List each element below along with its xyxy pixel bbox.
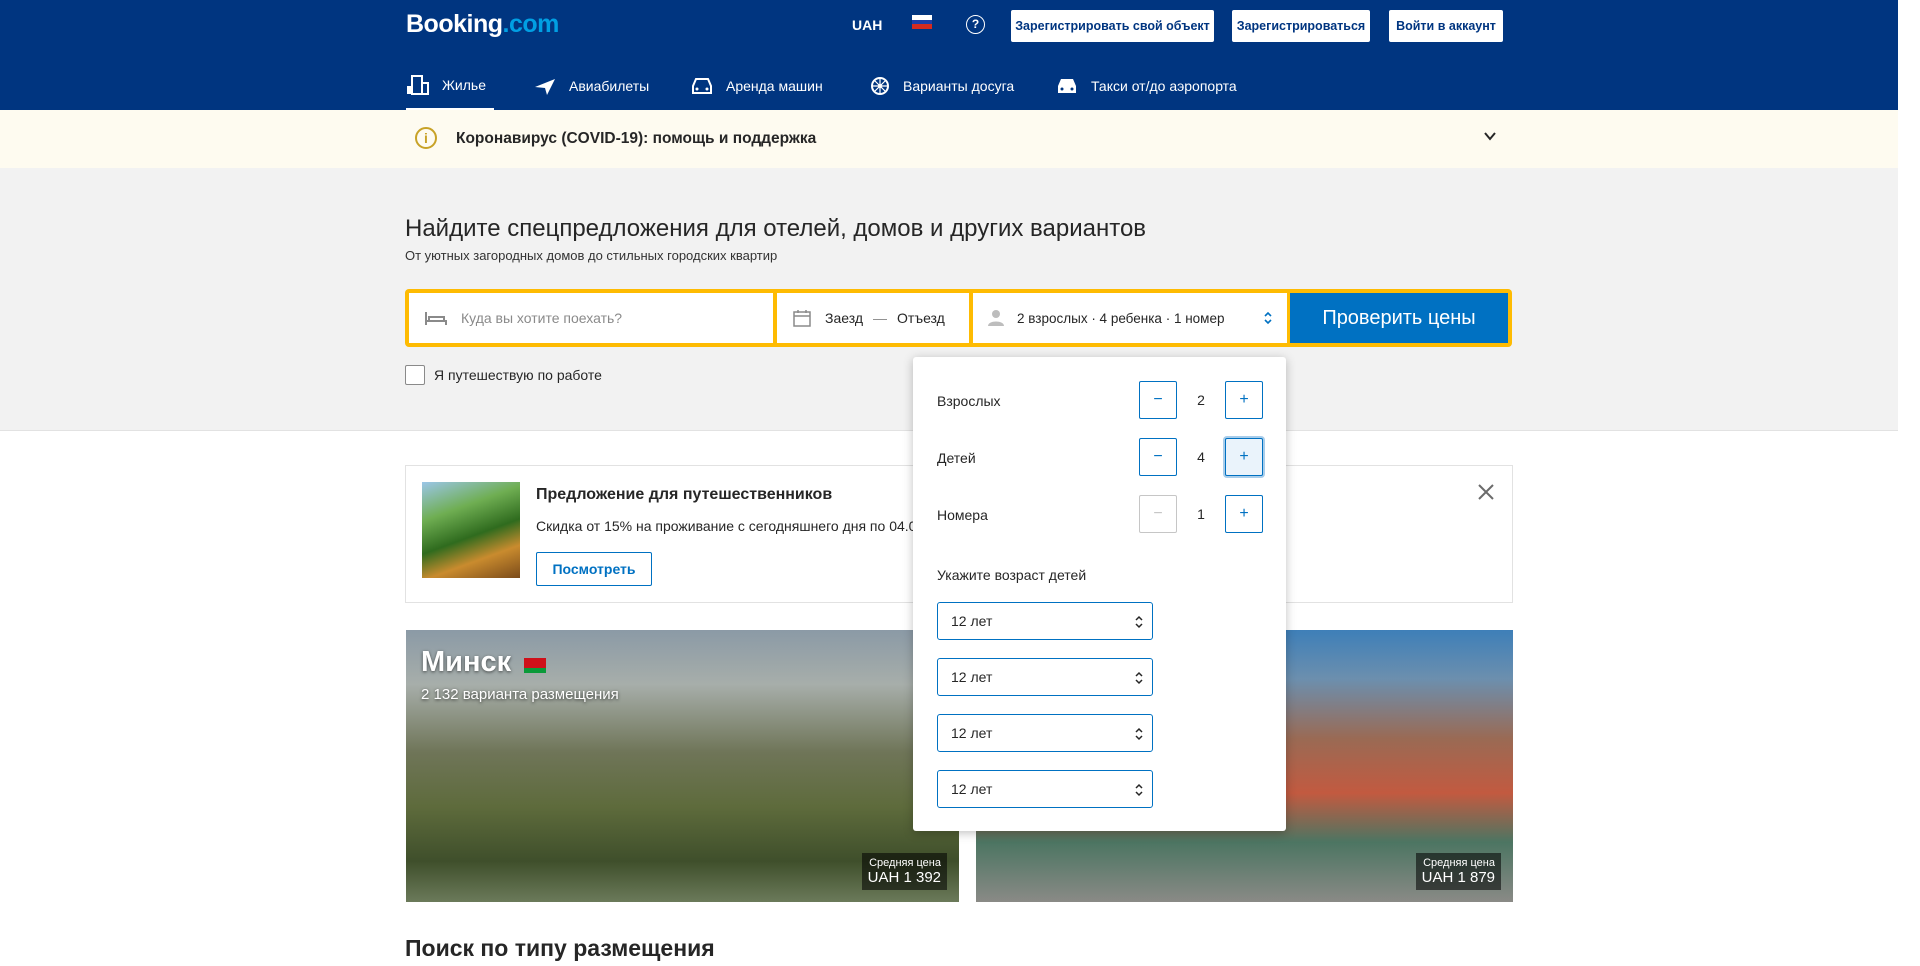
- nav-attractions-label: Варианты досуга: [903, 78, 1015, 94]
- register-button[interactable]: Зарегистрироваться: [1232, 10, 1370, 42]
- close-icon[interactable]: [1476, 482, 1496, 502]
- guests-popup: Взрослых − 2 + Детей − 4 + Номера − 1 + …: [913, 357, 1286, 831]
- nav-cars[interactable]: Аренда машин: [690, 62, 823, 110]
- covid-banner-text: Коронавирус (COVID-19): помощь и поддерж…: [456, 130, 817, 147]
- child-age-select[interactable]: 12 лет: [937, 714, 1153, 752]
- date-separator: —: [873, 310, 888, 326]
- children-value: 4: [1197, 449, 1205, 465]
- updown-chevron-icon: [1135, 783, 1143, 797]
- updown-chevron-icon: [1135, 615, 1143, 629]
- offer-image: [422, 482, 520, 578]
- currency-selector[interactable]: UAH: [852, 17, 882, 33]
- signin-button[interactable]: Войти в аккаунт: [1389, 10, 1503, 42]
- chevron-down-icon[interactable]: [1482, 128, 1498, 144]
- guests-field[interactable]: 2 взрослых · 4 ребенка · 1 номер: [973, 293, 1287, 343]
- destination-name: Минск: [421, 646, 512, 678]
- logo-text: Booking: [406, 10, 503, 38]
- child-age-value: 12 лет: [951, 725, 993, 741]
- booking-logo[interactable]: Booking.com: [406, 10, 559, 40]
- child-age-select[interactable]: 12 лет: [937, 770, 1153, 808]
- children-row: Детей − 4 +: [937, 438, 1263, 478]
- info-icon: i: [415, 127, 437, 149]
- child-age-select[interactable]: 12 лет: [937, 602, 1153, 640]
- child-age-value: 12 лет: [951, 669, 993, 685]
- destination-placeholder: Куда вы хотите поехать?: [461, 310, 623, 326]
- person-icon: [988, 310, 1004, 326]
- rooms-stepper: − 1 +: [1139, 495, 1263, 533]
- destination-field[interactable]: Куда вы хотите поехать?: [409, 293, 773, 343]
- calendar-icon: [793, 310, 811, 327]
- updown-chevron-icon: [1135, 727, 1143, 741]
- updown-chevron-icon: [1264, 311, 1272, 325]
- price-value: UAH 1 879: [1421, 869, 1495, 886]
- price-label: Средняя цена: [1423, 857, 1495, 869]
- destination-count: 2 132 варианта размещения: [421, 686, 619, 703]
- bed-field-icon: [425, 312, 447, 325]
- taxi-icon: [1058, 79, 1076, 93]
- rooms-plus-button[interactable]: +: [1225, 495, 1263, 533]
- children-minus-button[interactable]: −: [1139, 438, 1177, 476]
- list-property-button[interactable]: Зарегистрировать свой объект: [1011, 10, 1214, 42]
- search-bar: Куда вы хотите поехать? Заезд — Отъезд 2…: [405, 289, 1512, 347]
- checkout-label: Отъезд: [897, 310, 945, 326]
- property-type-title: Поиск по типу размещения: [405, 935, 715, 961]
- bed-icon: [407, 75, 429, 95]
- rooms-value: 1: [1197, 506, 1205, 522]
- page-gutter: [1898, 0, 1920, 966]
- nav-attractions[interactable]: Варианты досуга: [869, 62, 1014, 110]
- adults-minus-button[interactable]: −: [1139, 381, 1177, 419]
- nav-stays[interactable]: Жилье: [406, 62, 494, 110]
- nav-taxi-label: Такси от/до аэропорта: [1091, 78, 1237, 94]
- header: Booking.com UAH ? Зарегистрировать свой …: [0, 0, 1898, 110]
- dates-field[interactable]: Заезд — Отъезд: [777, 293, 969, 343]
- plane-icon: [535, 79, 555, 95]
- price-value: UAH 1 392: [867, 869, 941, 886]
- rooms-minus-button[interactable]: −: [1139, 495, 1177, 533]
- offer-view-button[interactable]: Посмотреть: [536, 552, 652, 586]
- hero-title: Найдите спецпредложения для отелей, домо…: [405, 215, 1147, 242]
- checkin-label: Заезд: [825, 310, 864, 326]
- child-age-select[interactable]: 12 лет: [937, 658, 1153, 696]
- nav-cars-label: Аренда машин: [726, 78, 823, 94]
- belarus-flag-icon: [524, 658, 546, 673]
- page: Booking.com UAH ? Зарегистрировать свой …: [0, 0, 1920, 966]
- covid-banner[interactable]: i Коронавирус (COVID-19): помощь и подде…: [0, 110, 1898, 168]
- child-age-value: 12 лет: [951, 781, 993, 797]
- attractions-icon: [871, 77, 889, 95]
- nav-flights-label: Авиабилеты: [569, 78, 650, 94]
- nav-taxi[interactable]: Такси от/до аэропорта: [1055, 62, 1237, 110]
- work-trip-label: Я путешествую по работе: [434, 367, 602, 383]
- adults-row: Взрослых − 2 +: [937, 381, 1263, 421]
- check-prices-button[interactable]: Проверить цены: [1290, 293, 1508, 343]
- destination-card-minsk[interactable]: Минск 2 132 варианта размещения Средняя …: [406, 630, 959, 902]
- offer-description: Скидка от 15% на проживание с сегодняшне…: [536, 518, 916, 534]
- product-nav: Жилье Авиабилеты Аренда машин Варианты д…: [0, 62, 1898, 110]
- logo-domain: .com: [502, 10, 560, 38]
- nav-stays-label: Жилье: [442, 77, 486, 93]
- checkbox-box[interactable]: [405, 365, 425, 385]
- destination-price: Средняя цена UAH 1 879: [1415, 853, 1501, 890]
- offer-title: Предложение для путешественников: [536, 486, 833, 503]
- guests-summary: 2 взрослых · 4 ребенка · 1 номер: [1017, 310, 1225, 326]
- updown-chevron-icon: [1135, 671, 1143, 685]
- adults-stepper: − 2 +: [1139, 381, 1263, 419]
- car-icon: [692, 78, 712, 94]
- list-property-label: Зарегистрировать свой объект: [1012, 11, 1213, 41]
- children-ages-label: Укажите возраст детей: [937, 567, 1087, 583]
- destination-price: Средняя цена UAH 1 392: [861, 853, 947, 890]
- hero-subtitle: От уютных загородных домов до стильных г…: [405, 248, 778, 263]
- child-age-value: 12 лет: [951, 613, 993, 629]
- work-trip-checkbox[interactable]: Я путешествую по работе: [405, 365, 602, 385]
- help-icon[interactable]: ?: [966, 15, 985, 34]
- children-stepper: − 4 +: [1139, 438, 1263, 476]
- nav-flights[interactable]: Авиабилеты: [533, 62, 649, 110]
- adults-plus-button[interactable]: +: [1225, 381, 1263, 419]
- adults-value: 2: [1197, 392, 1205, 408]
- children-plus-button[interactable]: +: [1225, 438, 1263, 476]
- price-label: Средняя цена: [869, 857, 941, 869]
- language-flag-icon[interactable]: [912, 15, 932, 30]
- rooms-row: Номера − 1 +: [937, 495, 1263, 535]
